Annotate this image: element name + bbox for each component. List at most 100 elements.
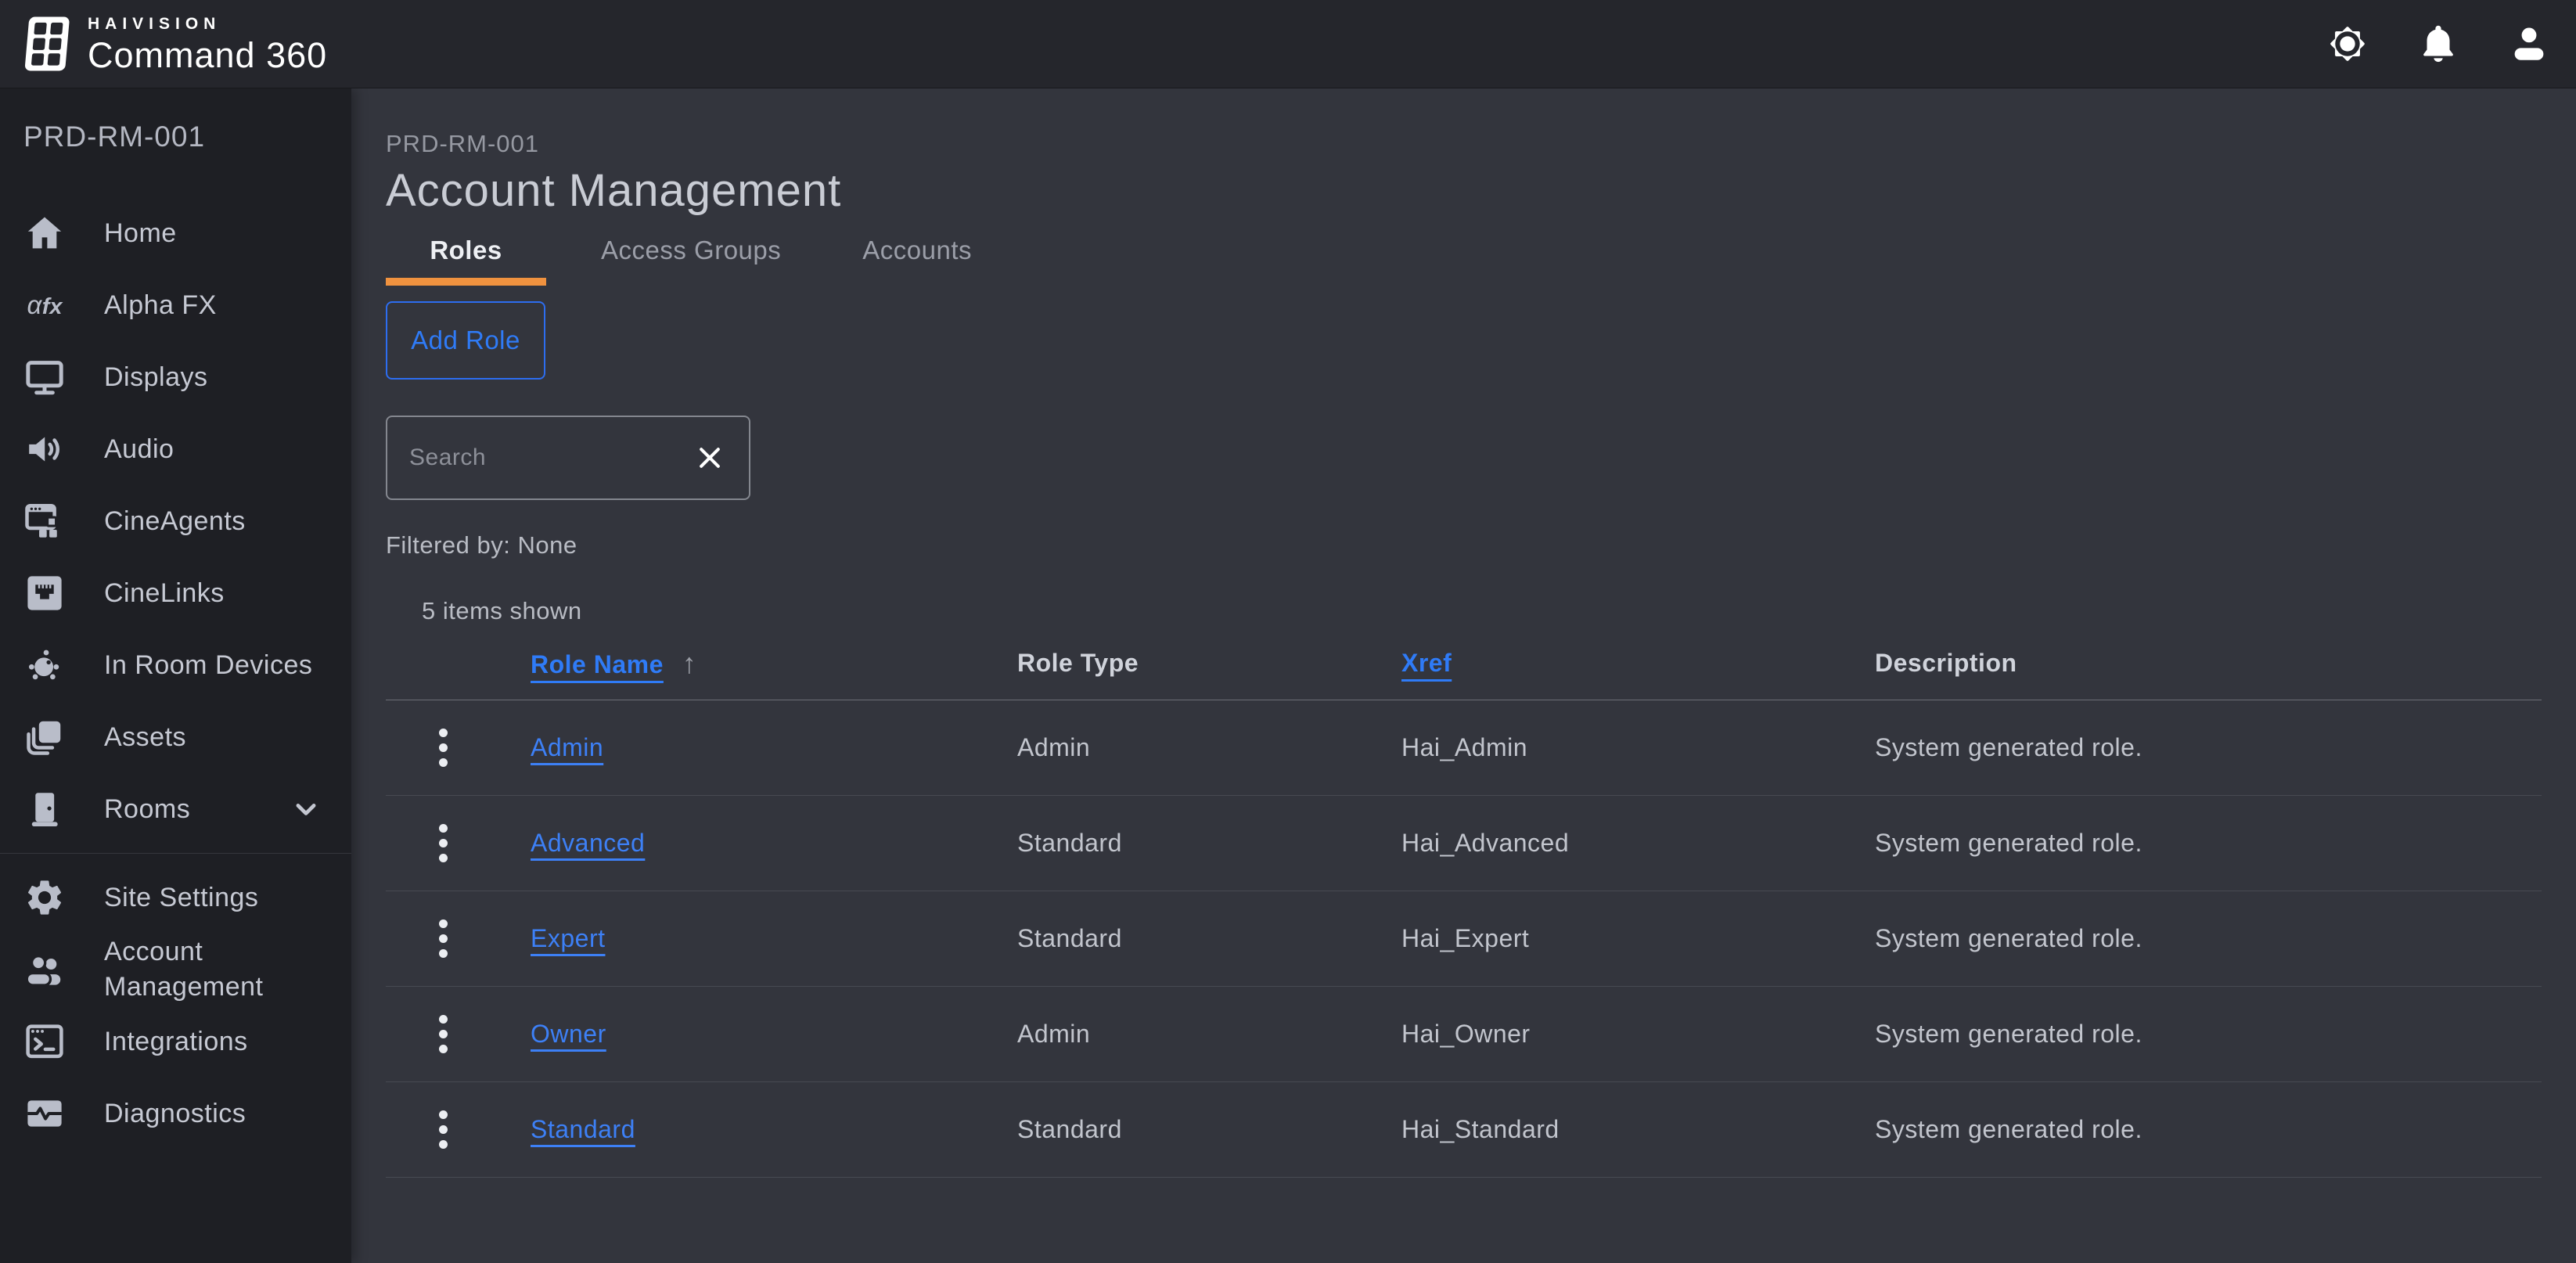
sidebar-item-in-room-devices[interactable]: In Room Devices [0,629,351,701]
sidebar-item-cinelinks[interactable]: CineLinks [0,557,351,629]
sidebar-item-label: Displays [104,360,207,395]
row-menu-kebab-icon[interactable] [434,724,452,772]
sidebar-item-label: In Room Devices [104,648,312,683]
table-row: Admin Admin Hai_Admin System generated r… [386,700,2542,796]
sidebar-item-assets[interactable]: Assets [0,701,351,773]
close-icon [694,442,725,473]
role-type-cell: Standard [1017,924,1401,953]
description-cell: System generated role. [1875,733,2542,762]
page-title: Account Management [386,164,2542,218]
table-row: Standard Standard Hai_Standard System ge… [386,1082,2542,1178]
brand: HAIVISION Command 360 [22,10,327,77]
notifications-bell-icon [2416,21,2461,67]
role-name-link[interactable]: Expert [531,924,605,952]
xref-cell: Hai_Expert [1401,924,1875,953]
site-settings-gear-icon [23,876,67,919]
home-icon [23,211,67,255]
sidebar-item-audio[interactable]: Audio [0,413,351,485]
role-type-cell: Standard [1017,829,1401,858]
sort-ascending-icon: ↑ [682,647,697,679]
sidebar-divider [0,853,351,854]
row-menu-kebab-icon[interactable] [434,1106,452,1153]
sidebar-item-diagnostics[interactable]: Diagnostics [0,1078,351,1150]
app-window: HAIVISION Command 360 [0,0,2576,1263]
column-header-xref[interactable]: Xref [1401,649,1452,677]
diagnostics-pulse-icon [23,1092,67,1135]
role-type-cell: Standard [1017,1115,1401,1144]
sidebar: PRD-RM-001 Home αfx Alpha FX [0,88,351,1263]
search-input[interactable] [409,444,691,471]
row-menu-kebab-icon[interactable] [434,819,452,867]
brand-haivision: HAIVISION [88,16,327,32]
role-type-cell: Admin [1017,1020,1401,1049]
sidebar-item-rooms[interactable]: Rooms [0,773,351,845]
column-header-description: Description [1875,649,2542,678]
cine-links-icon [23,571,67,615]
brand-command-360: Command 360 [88,38,327,73]
sidebar-item-integrations[interactable]: Integrations [0,1006,351,1078]
brand-text: HAIVISION Command 360 [88,16,327,73]
xref-cell: Hai_Standard [1401,1115,1875,1144]
xref-cell: Hai_Admin [1401,733,1875,762]
sidebar-item-label: Alpha FX [104,288,217,323]
integrations-terminal-icon [23,1020,67,1063]
row-menu-kebab-icon[interactable] [434,1010,452,1058]
items-shown-label: 5 items shown [422,596,2542,627]
sidebar-item-displays[interactable]: Displays [0,341,351,413]
settings-brightness-icon [2325,21,2370,67]
search-clear-button[interactable] [691,439,729,477]
column-header-role-type: Role Type [1017,649,1401,678]
role-name-link[interactable]: Owner [531,1020,606,1048]
role-name-link[interactable]: Admin [531,733,603,761]
add-role-button[interactable]: Add Role [386,301,545,380]
tab-accounts[interactable]: Accounts [836,236,998,286]
settings-brightness-button[interactable] [2324,20,2371,67]
sidebar-item-home[interactable]: Home [0,197,351,269]
cine-agents-icon [23,499,67,543]
tab-access-groups[interactable]: Access Groups [574,236,808,286]
displays-icon [23,355,67,399]
sidebar-item-label: Diagnostics [104,1096,246,1132]
user-profile-icon [2506,21,2552,67]
sidebar-item-label: Integrations [104,1024,248,1060]
description-cell: System generated role. [1875,1020,2542,1049]
topbar-actions [2324,20,2553,67]
row-menu-kebab-icon[interactable] [434,915,452,963]
roles-table: Role Name ↑ Role Type Xref Description Ad… [386,627,2542,1178]
sidebar-item-account-management[interactable]: Account Management [0,934,351,1006]
filtered-by-label: Filtered by: None [386,530,2542,561]
search-box [386,416,750,500]
sidebar-item-label: Account Management [104,934,323,1005]
table-row: Advanced Standard Hai_Advanced System ge… [386,796,2542,891]
top-bar: HAIVISION Command 360 [0,0,2576,88]
sidebar-item-label: Assets [104,720,186,755]
breadcrumb: PRD-RM-001 [386,129,2542,159]
sidebar-item-label: Audio [104,432,174,467]
chevron-down-icon [289,792,323,826]
sidebar-item-site-settings[interactable]: Site Settings [0,862,351,934]
sidebar-item-alpha-fx[interactable]: αfx Alpha FX [0,269,351,341]
role-name-link[interactable]: Standard [531,1115,635,1143]
tab-bar: Roles Access Groups Accounts [386,236,2542,286]
column-header-role-name[interactable]: Role Name [531,650,664,678]
sidebar-site-label: PRD-RM-001 [23,120,351,154]
rooms-icon [23,787,67,831]
sidebar-item-label: Home [104,216,177,251]
description-cell: System generated role. [1875,1115,2542,1144]
notifications-button[interactable] [2415,20,2462,67]
role-name-link[interactable]: Advanced [531,829,645,857]
table-row: Expert Standard Hai_Expert System genera… [386,891,2542,987]
sidebar-item-label: Rooms [104,792,190,827]
tab-roles[interactable]: Roles [386,236,546,286]
sidebar-item-cineagents[interactable]: CineAgents [0,485,351,557]
haivision-logo-icon [22,10,72,77]
role-type-cell: Admin [1017,733,1401,762]
alpha-fx-icon: αfx [23,283,67,327]
sidebar-item-label: Site Settings [104,880,258,916]
sidebar-item-label: CineAgents [104,504,246,539]
audio-icon [23,427,67,471]
sidebar-nav: Home αfx Alpha FX Displays [0,197,351,1150]
main-content: PRD-RM-001 Account Management Roles Acce… [351,88,2576,1263]
description-cell: System generated role. [1875,829,2542,858]
user-profile-button[interactable] [2506,20,2553,67]
